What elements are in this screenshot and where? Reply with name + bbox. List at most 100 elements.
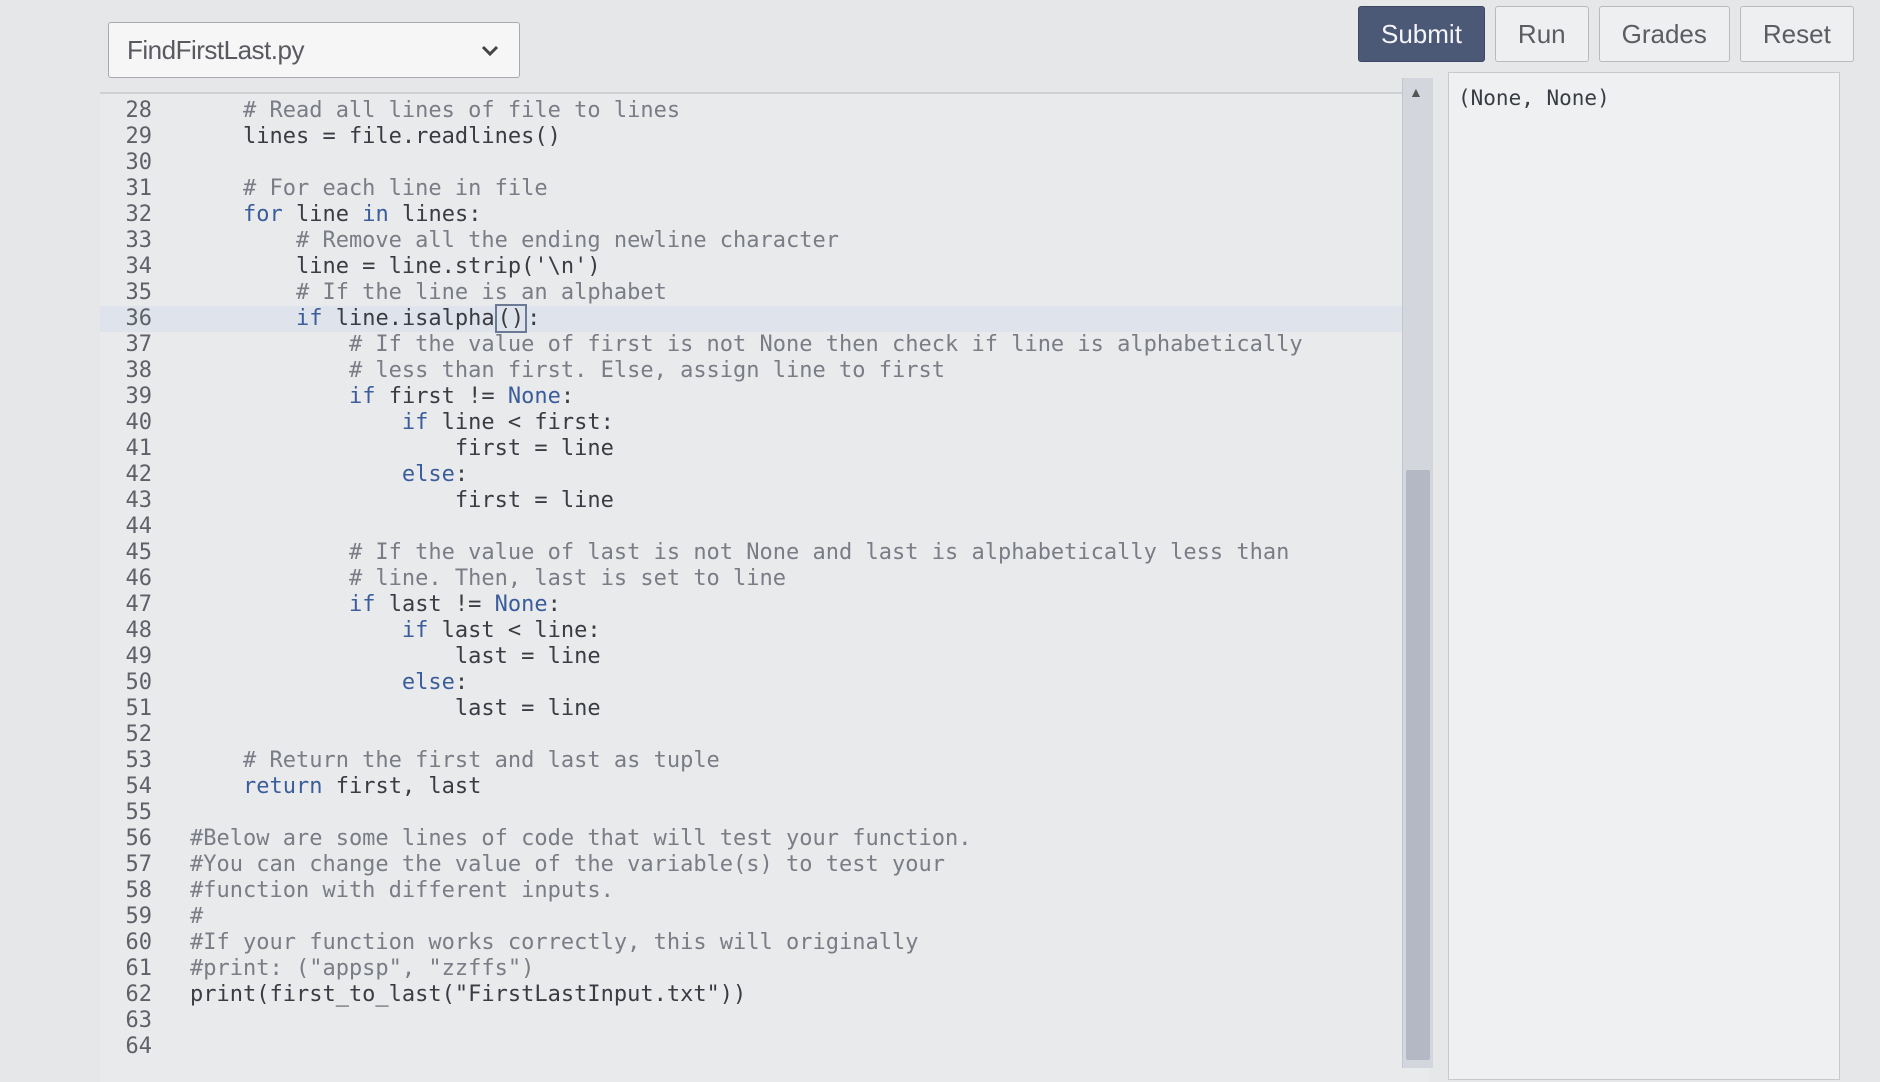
- code-text: first = line: [190, 436, 614, 461]
- line-number: 29: [125, 124, 153, 149]
- line-number: 61: [125, 956, 153, 981]
- code-line[interactable]: 64: [100, 1034, 1430, 1060]
- code-text: last = line: [190, 696, 601, 721]
- code-line[interactable]: 51 last = line: [100, 696, 1430, 722]
- code-text: # Return the first and last as tuple: [190, 748, 720, 773]
- code-line[interactable]: 39 if first != None:: [100, 384, 1430, 410]
- line-number: 44: [125, 514, 153, 539]
- chevron-down-icon: [481, 45, 499, 57]
- line-number: 57: [125, 852, 153, 877]
- line-number: 38: [125, 358, 153, 383]
- code-line[interactable]: 28 # Read all lines of file to lines: [100, 98, 1430, 124]
- line-number: 32: [125, 202, 153, 227]
- code-line[interactable]: 54 return first, last: [100, 774, 1430, 800]
- code-text: return first, last: [242, 774, 482, 799]
- line-number: 56: [125, 826, 153, 851]
- code-line[interactable]: 32 for line in lines:: [100, 202, 1430, 228]
- code-text: # line. Then, last is set to line: [190, 566, 787, 591]
- code-line[interactable]: 46 # line. Then, last is set to line: [100, 566, 1430, 592]
- code-text: first = line: [190, 488, 614, 513]
- line-number: 46: [125, 566, 153, 591]
- line-number: 51: [125, 696, 153, 721]
- line-number: 63: [125, 1008, 153, 1033]
- reset-button[interactable]: Reset: [1739, 6, 1854, 62]
- line-number: 33: [125, 228, 153, 253]
- code-line[interactable]: 59 #: [100, 904, 1430, 930]
- code-line[interactable]: 57 #You can change the value of the varia…: [100, 852, 1430, 878]
- code-line[interactable]: 56 #Below are some lines of code that wil…: [100, 826, 1430, 852]
- code-line[interactable]: 37 # If the value of first is not None t…: [100, 332, 1430, 358]
- line-number: 37: [125, 332, 153, 357]
- code-text: print(first_to_last("FirstLastInput.txt"…: [190, 982, 747, 1007]
- code-line[interactable]: 33 # Remove all the ending newline chara…: [100, 228, 1430, 254]
- line-number: 58: [125, 878, 153, 903]
- code-text: #function with different inputs.: [190, 878, 614, 903]
- line-number: 30: [125, 150, 153, 175]
- code-text: if line.isalpha():: [295, 304, 541, 333]
- line-number: 54: [125, 774, 153, 799]
- code-line[interactable]: 55: [100, 800, 1430, 826]
- code-text: # If the line is an alphabet: [190, 280, 667, 305]
- line-number: 52: [125, 722, 153, 747]
- line-number: 53: [125, 748, 153, 773]
- grades-button[interactable]: Grades: [1598, 6, 1730, 62]
- code-line[interactable]: 52: [100, 722, 1430, 748]
- code-line[interactable]: 34 line = line.strip('\n'): [100, 254, 1430, 280]
- output-panel: [1448, 72, 1840, 1080]
- code-line[interactable]: 53 # Return the first and last as tuple: [100, 748, 1430, 774]
- line-number: 35: [125, 280, 153, 305]
- line-number: 45: [125, 540, 153, 565]
- code-line[interactable]: 41 first = line: [100, 436, 1430, 462]
- code-line[interactable]: 38 # less than first. Else, assign line …: [100, 358, 1430, 384]
- code-line[interactable]: 30: [100, 150, 1430, 176]
- code-line[interactable]: 42 else:: [100, 462, 1430, 488]
- code-line[interactable]: 36 if line.isalpha():: [100, 304, 1430, 333]
- code-line[interactable]: 61 #print: ("appsp", "zzffs"): [100, 956, 1430, 982]
- toolbar: Submit Run Grades Reset: [1358, 6, 1854, 62]
- editor-scrollbar-thumb[interactable]: [1406, 470, 1430, 1060]
- submit-button[interactable]: Submit: [1358, 6, 1485, 62]
- line-number: 50: [125, 670, 153, 695]
- code-line[interactable]: 45 # If the value of last is not None an…: [100, 540, 1430, 566]
- code-line[interactable]: 40 if line < first:: [100, 410, 1430, 436]
- code-text: for line in lines:: [242, 202, 482, 227]
- line-number: 47: [125, 592, 153, 617]
- code-line[interactable]: 44: [100, 514, 1430, 540]
- code-line[interactable]: 58 #function with different inputs.: [100, 878, 1430, 904]
- line-number: 55: [125, 800, 153, 825]
- code-line[interactable]: 43 first = line: [100, 488, 1430, 514]
- code-line[interactable]: 60 #If your function works correctly, thi…: [100, 930, 1430, 956]
- code-line[interactable]: 47 if last != None:: [100, 592, 1430, 618]
- scroll-up-arrow-icon[interactable]: ▲: [1409, 84, 1423, 100]
- code-editor[interactable]: 28 # Read all lines of file to lines 29 l…: [100, 92, 1430, 1082]
- line-number: 42: [125, 462, 153, 487]
- code-text: if line < first:: [401, 410, 614, 435]
- code-line[interactable]: 49 last = line: [100, 644, 1430, 670]
- line-number: 59: [125, 904, 153, 929]
- file-selector[interactable]: FindFirstLast.py: [108, 22, 520, 78]
- code-line[interactable]: 31 # For each line in file: [100, 176, 1430, 202]
- code-text: else:: [401, 462, 469, 487]
- code-text: # If the value of first is not None then…: [190, 332, 1303, 357]
- run-button[interactable]: Run: [1494, 6, 1589, 62]
- code-text: #If your function works correctly, this …: [190, 930, 919, 955]
- code-text: #Below are some lines of code that will …: [190, 826, 972, 851]
- line-number: 48: [125, 618, 153, 643]
- code-text: last = line: [190, 644, 601, 669]
- code-line[interactable]: 50 else:: [100, 670, 1430, 696]
- line-number: 34: [125, 254, 153, 279]
- code-line[interactable]: 63: [100, 1008, 1430, 1034]
- code-text: line = line.strip('\n'): [190, 254, 601, 279]
- code-text: if last != None:: [348, 592, 561, 617]
- code-line[interactable]: 48 if last < line:: [100, 618, 1430, 644]
- code-line[interactable]: 62 print(first_to_last("FirstLastInput.tx…: [100, 982, 1430, 1008]
- line-number: 60: [125, 930, 153, 955]
- code-line[interactable]: 29 lines = file.readlines(): [100, 124, 1430, 150]
- code-text: lines = file.readlines(): [190, 124, 561, 149]
- code-text: #: [190, 904, 204, 929]
- code-text: # For each line in file: [190, 176, 548, 201]
- code-text: else:: [401, 670, 469, 695]
- code-text: # If the value of last is not None and l…: [190, 540, 1290, 565]
- code-line[interactable]: 35 # If the line is an alphabet: [100, 280, 1430, 306]
- code-text: #print: ("appsp", "zzffs"): [190, 956, 535, 981]
